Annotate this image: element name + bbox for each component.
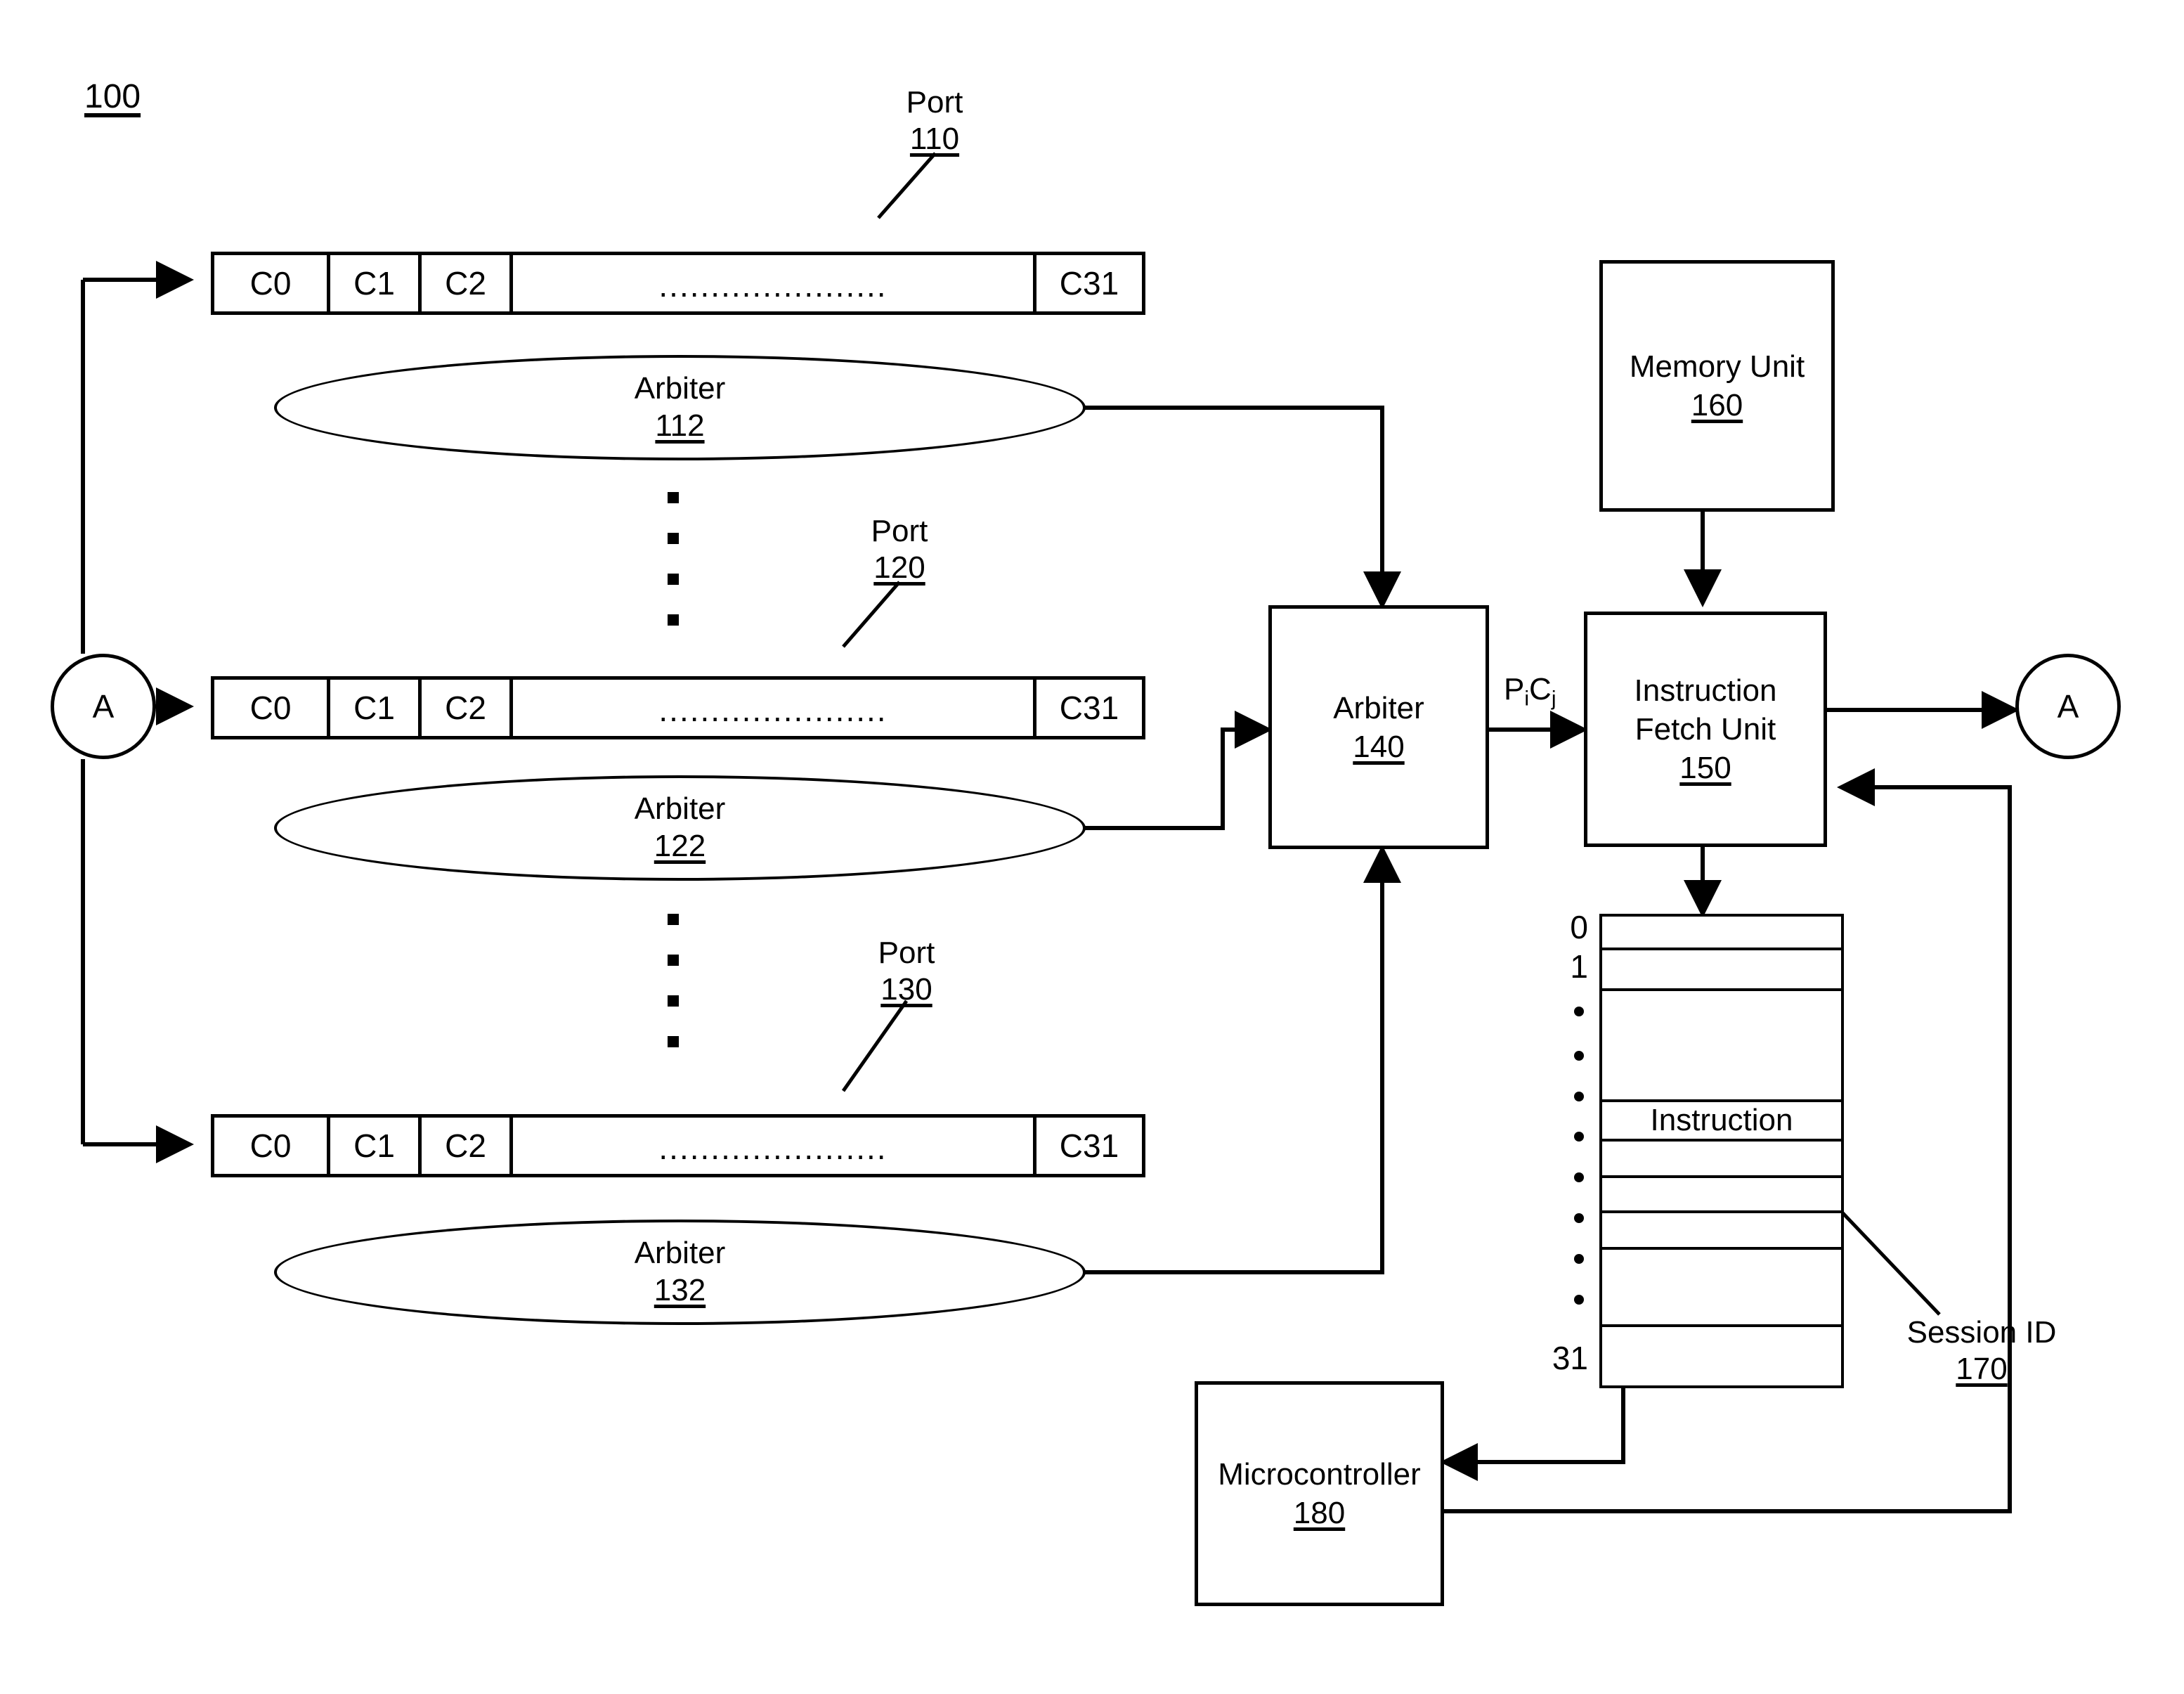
index-dot [1574, 1254, 1584, 1264]
signal-c: C [1529, 672, 1552, 706]
arbiter-122[interactable]: Arbiter 122 [274, 775, 1086, 881]
port-130-cell-ellipsis: ...................... [513, 1118, 1036, 1174]
port-110-cell-c31[interactable]: C31 [1036, 255, 1142, 311]
port-120-title: Port [871, 514, 928, 548]
microcontroller-ref: 180 [1293, 1496, 1346, 1530]
signal-label-picj: PiCj [1504, 671, 1595, 711]
arbiter-140-label: Arbiter [1333, 690, 1424, 725]
signal-p: P [1504, 672, 1525, 706]
arbiter-140[interactable]: Arbiter 140 [1268, 605, 1489, 849]
session-id-label: Session ID 170 [1862, 1314, 2101, 1388]
ifu-line-2: Fetch Unit [1634, 712, 1776, 746]
figure-canvas: 100 A A Port 110 C0 C1 C2 ..............… [0, 0, 2184, 1694]
arbiter-112-ref: 112 [655, 408, 705, 443]
port-120-cell-c0[interactable]: C0 [214, 680, 330, 736]
table-row[interactable] [1602, 917, 1841, 950]
table-row[interactable] [1602, 1250, 1841, 1327]
port-130-title: Port [878, 936, 935, 970]
index-dot [1574, 1092, 1584, 1101]
session-row-index-1: 1 [1570, 948, 1588, 985]
table-row[interactable] [1602, 1178, 1841, 1213]
port-130-ellipsis-text: ...................... [658, 1130, 888, 1166]
port-110-cell-c0[interactable]: C0 [214, 255, 330, 311]
port-110-cell-c1[interactable]: C1 [330, 255, 422, 311]
port-130-cell-c31[interactable]: C31 [1036, 1118, 1142, 1174]
table-row[interactable] [1602, 1142, 1841, 1178]
table-row[interactable] [1602, 1213, 1841, 1250]
port-110-title: Port [906, 85, 963, 119]
port-row-120[interactable]: C0 C1 C2 ...................... C31 [211, 676, 1145, 739]
arbiter-132[interactable]: Arbiter 132 [274, 1220, 1086, 1325]
port-110-cell-ellipsis: ...................... [513, 255, 1036, 311]
memory-unit-label: Memory Unit [1629, 349, 1805, 384]
port-120-cell-c1[interactable]: C1 [330, 680, 422, 736]
arbiter-112-label: Arbiter [634, 371, 726, 406]
port-130-cell-c1[interactable]: C1 [330, 1118, 422, 1174]
session-id-ref: 170 [1956, 1351, 2008, 1386]
index-dot [1574, 1007, 1584, 1016]
table-row-instruction[interactable]: Instruction [1602, 1102, 1841, 1142]
port-120-cell-c2[interactable]: C2 [422, 680, 513, 736]
arbiter-132-ref: 132 [654, 1273, 706, 1307]
connector-circle-left: A [51, 654, 156, 759]
port-110-ellipsis-text: ...................... [658, 267, 888, 304]
ifu-line-1: Instruction [1634, 673, 1777, 708]
instruction-fetch-unit-150[interactable]: Instruction Fetch Unit 150 [1584, 612, 1827, 847]
connector-label-right: A [2057, 688, 2079, 725]
table-row[interactable] [1602, 950, 1841, 991]
index-dot [1574, 1051, 1584, 1061]
port-130-label: Port 130 [836, 935, 977, 1008]
table-row[interactable] [1602, 991, 1841, 1102]
port-120-label: Port 120 [829, 513, 970, 586]
microcontroller-label: Microcontroller [1218, 1457, 1421, 1492]
session-row-index-0: 0 [1570, 909, 1588, 945]
session-row-index-31: 31 [1552, 1340, 1588, 1376]
arbiter-112[interactable]: Arbiter 112 [274, 355, 1086, 460]
memory-unit-ref: 160 [1691, 388, 1743, 422]
session-id-table-170[interactable]: Instruction [1599, 914, 1844, 1388]
index-dot [1574, 1132, 1584, 1142]
port-130-ref: 130 [880, 971, 932, 1007]
ifu-ref: 150 [1679, 751, 1731, 785]
port-120-ref: 120 [873, 550, 925, 585]
arbiter-122-label: Arbiter [634, 791, 726, 827]
arbiter-122-ref: 122 [654, 829, 706, 863]
port-row-130[interactable]: C0 C1 C2 ...................... C31 [211, 1114, 1145, 1177]
port-130-cell-c2[interactable]: C2 [422, 1118, 513, 1174]
signal-sub-j: j [1551, 687, 1556, 711]
index-dot [1574, 1213, 1584, 1223]
vertical-ellipsis-1 [666, 492, 680, 626]
index-dot [1574, 1295, 1584, 1305]
vertical-ellipsis-2 [666, 914, 680, 1047]
connector-label-left: A [92, 688, 115, 725]
instruction-row-label: Instruction [1650, 1103, 1793, 1137]
port-row-110[interactable]: C0 C1 C2 ...................... C31 [211, 252, 1145, 315]
table-row[interactable] [1602, 1327, 1841, 1385]
port-120-ellipsis-text: ...................... [658, 692, 888, 728]
connector-circle-right: A [2015, 654, 2121, 759]
port-120-cell-ellipsis: ...................... [513, 680, 1036, 736]
memory-unit-160[interactable]: Memory Unit 160 [1599, 260, 1835, 512]
port-110-cell-c2[interactable]: C2 [422, 255, 513, 311]
port-120-cell-c31[interactable]: C31 [1036, 680, 1142, 736]
arbiter-140-ref: 140 [1353, 729, 1405, 764]
figure-number: 100 [84, 78, 141, 115]
session-id-title: Session ID [1906, 1315, 2057, 1350]
arbiter-132-label: Arbiter [634, 1236, 726, 1271]
index-dot [1574, 1172, 1584, 1182]
microcontroller-180[interactable]: Microcontroller 180 [1195, 1381, 1444, 1606]
port-110-label: Port 110 [864, 84, 1005, 157]
port-130-cell-c0[interactable]: C0 [214, 1118, 330, 1174]
port-110-ref: 110 [909, 121, 960, 156]
